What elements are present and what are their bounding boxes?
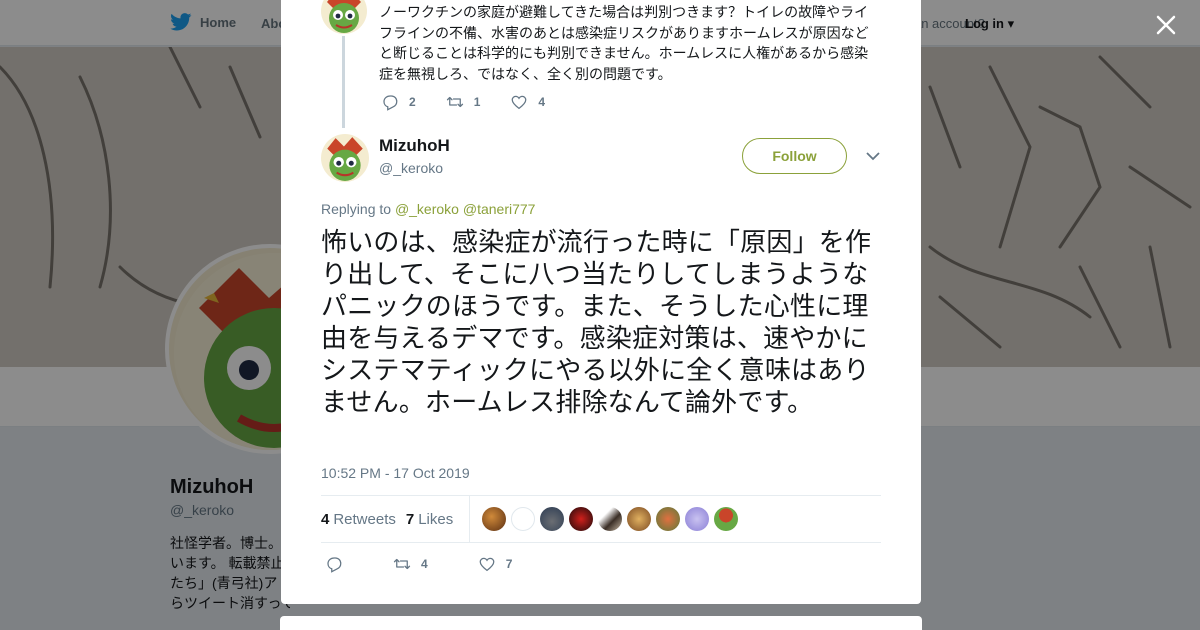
reply-icon: [327, 557, 342, 573]
liker-avatar[interactable]: [685, 507, 710, 531]
heart-icon: [511, 95, 527, 110]
parent-tweet-text: ノーワクチンの家庭が避難してきた場合は判別つきます？トイレの故障やライフラインの…: [379, 4, 869, 82]
liker-avatar[interactable]: [627, 507, 652, 531]
liker-avatar[interactable]: [569, 507, 594, 531]
retweet-count: 1: [473, 95, 481, 109]
chevron-down-icon: [866, 152, 880, 161]
tweet-author-avatar[interactable]: [321, 134, 369, 182]
like-count: 4: [538, 95, 546, 109]
follow-button[interactable]: Follow: [742, 138, 847, 174]
heart-icon: [479, 557, 495, 572]
replying-to-prefix: Replying to: [321, 201, 392, 217]
liker-avatar[interactable]: [656, 507, 681, 531]
tweet-text: 怖いのは、感染症が流行った時に「原因」を作り出して、そこに八つ当たりしてしまうよ…: [321, 227, 872, 417]
liker-avatar[interactable]: [482, 507, 507, 531]
retweets-stat-label: Retweets: [333, 510, 396, 528]
frog-avatar-image: [321, 0, 367, 34]
stats-divider: [469, 496, 471, 542]
retweets-stat-count: 4: [321, 510, 330, 528]
reply-button[interactable]: 2: [381, 93, 416, 111]
reply-button[interactable]: [325, 555, 343, 573]
tweet-actions: 4 7: [325, 554, 562, 574]
liker-avatar[interactable]: [714, 507, 739, 531]
retweet-button[interactable]: 1: [446, 93, 481, 111]
retweet-icon: [393, 558, 411, 570]
tweet-timestamp[interactable]: 10:52 PM - 17 Oct 2019: [321, 465, 470, 481]
retweet-icon: [446, 96, 463, 108]
like-button[interactable]: 7: [478, 555, 513, 573]
parent-tweet-actions: 2 1 4: [381, 92, 575, 112]
mention-link[interactable]: @_keroko: [395, 201, 459, 217]
more-options-button[interactable]: [865, 148, 881, 164]
mention-link[interactable]: @taneri777: [463, 201, 536, 217]
tweet-permalink-modal: ノーワクチンの家庭が避難してきた場合は判別つきます？トイレの故障やライフラインの…: [281, 0, 921, 604]
retweet-count: 4: [421, 557, 428, 571]
liker-avatar[interactable]: [511, 507, 536, 531]
likes-stat-count: 7: [405, 510, 415, 528]
liker-avatar[interactable]: [540, 507, 565, 531]
reply-count: 2: [409, 95, 416, 109]
tweet-author-handle[interactable]: @_keroko: [379, 160, 443, 176]
tweet-author-name[interactable]: MizuhoH: [379, 136, 450, 156]
like-count: 7: [505, 557, 513, 571]
likers-facepile: [482, 507, 739, 531]
frog-avatar-image: [321, 134, 369, 182]
retweet-button[interactable]: 4: [393, 555, 428, 573]
like-button[interactable]: 4: [510, 93, 545, 111]
close-icon: [1156, 15, 1176, 35]
tweet-stats: 4 Retweets 7 Likes: [321, 495, 881, 543]
thread-connector-line: [342, 36, 345, 128]
likes-stat[interactable]: 7 Likes: [406, 511, 453, 528]
retweets-stat[interactable]: 4 Retweets: [321, 511, 396, 528]
liker-avatar[interactable]: [598, 507, 623, 531]
likes-stat-label: Likes: [418, 510, 454, 528]
replying-to-line: Replying to @_keroko @taneri777: [321, 201, 535, 217]
next-tweet-card-edge: [280, 616, 922, 630]
reply-icon: [383, 95, 398, 111]
parent-tweet-avatar[interactable]: [321, 0, 367, 34]
close-button[interactable]: [1153, 12, 1179, 38]
